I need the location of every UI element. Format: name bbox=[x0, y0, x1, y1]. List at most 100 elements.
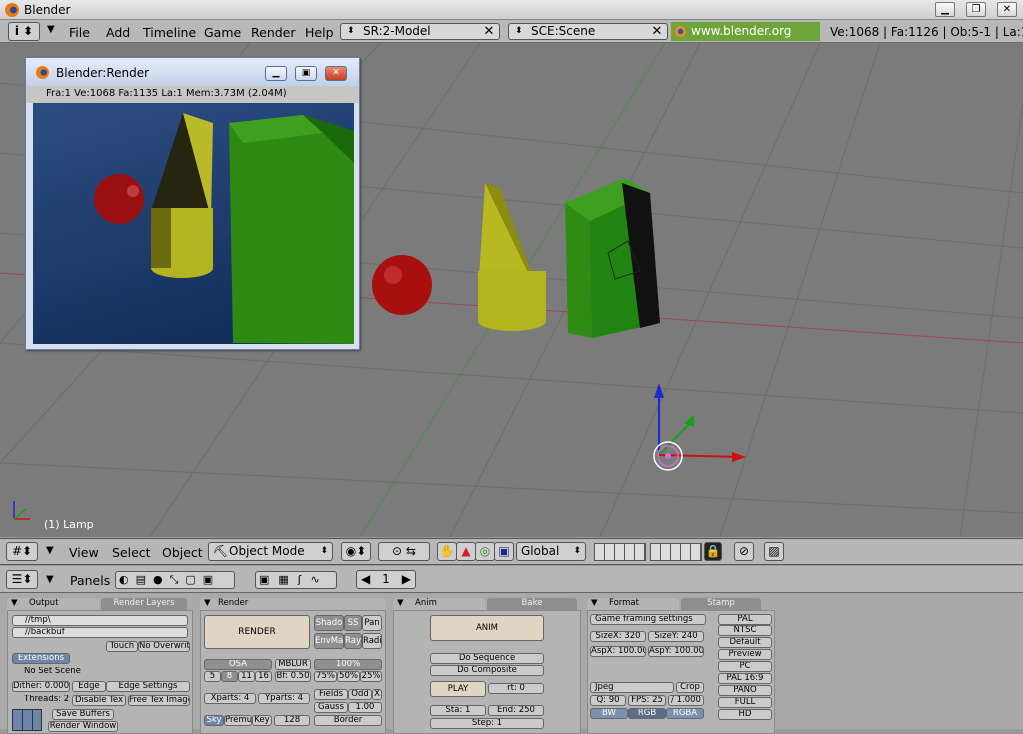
xparts-field[interactable]: Xparts: 4 bbox=[204, 693, 256, 704]
translate-manipulator-icon[interactable]: ▲ bbox=[456, 542, 476, 561]
fps-field[interactable]: FPS: 25 bbox=[628, 695, 666, 706]
tab-bake[interactable]: Bake bbox=[487, 598, 577, 610]
delete-screen-button[interactable]: ✕ bbox=[482, 25, 496, 39]
premul-toggle[interactable]: Premul bbox=[224, 715, 252, 726]
extensions-toggle[interactable]: Extensions bbox=[12, 653, 70, 664]
editor-type-button[interactable]: ☰⬍ bbox=[6, 570, 38, 589]
end-frame-field[interactable]: End: 250 bbox=[488, 705, 544, 716]
manipulator-hand-icon[interactable]: ✋ bbox=[437, 542, 457, 561]
preset-hd[interactable]: HD bbox=[718, 709, 772, 720]
collapse-menu-icon[interactable]: ▼ bbox=[46, 545, 54, 556]
do-sequence-toggle[interactable]: Do Sequence bbox=[430, 653, 544, 664]
preset-ntsc[interactable]: NTSC bbox=[718, 625, 772, 636]
minimize-button[interactable]: ▁ bbox=[935, 2, 955, 17]
no-overwrite-toggle[interactable]: No Overwrite bbox=[138, 641, 190, 652]
quality-field[interactable]: Q: 90 bbox=[590, 695, 626, 706]
osa-16[interactable]: 16 bbox=[255, 671, 272, 682]
menu-game[interactable]: Game bbox=[204, 25, 241, 40]
x-toggle[interactable]: X bbox=[372, 689, 382, 700]
rt-field[interactable]: rt: 0 bbox=[488, 683, 544, 694]
snap-icon[interactable]: ⊘ bbox=[734, 542, 754, 561]
dither-field[interactable]: Dither: 0.000 bbox=[12, 681, 70, 692]
orientation-selector[interactable]: Global ⬍ bbox=[516, 542, 586, 561]
yparts-field[interactable]: Yparts: 4 bbox=[258, 693, 310, 704]
scale-manipulator-icon[interactable]: ▣ bbox=[494, 542, 514, 561]
tab-stamp[interactable]: Stamp bbox=[681, 598, 761, 610]
size-25-toggle[interactable]: 25% bbox=[360, 671, 382, 682]
size-y-field[interactable]: SizeY: 240 bbox=[648, 631, 704, 642]
size-75-toggle[interactable]: 75% bbox=[314, 671, 337, 682]
menu-object[interactable]: Object bbox=[162, 545, 203, 560]
render-window[interactable]: Blender:Render ▁ ▣ ✕ Fra:1 Ve:1068 Fa:11… bbox=[25, 57, 360, 350]
render-layout-icon[interactable] bbox=[12, 709, 42, 731]
sss-toggle[interactable]: SS bbox=[344, 615, 362, 631]
touch-toggle[interactable]: Touch bbox=[106, 641, 138, 652]
border-toggle[interactable]: Border bbox=[314, 715, 382, 726]
frame-number-field[interactable]: ◀ 1 ▶ bbox=[356, 570, 416, 589]
render-minimize-button[interactable]: ▁ bbox=[265, 66, 287, 81]
bw-toggle[interactable]: BW bbox=[590, 708, 628, 719]
envmap-toggle[interactable]: EnvMa bbox=[314, 633, 344, 649]
panels-menu[interactable]: Panels bbox=[70, 573, 110, 588]
size-x-field[interactable]: SizeX: 320 bbox=[590, 631, 646, 642]
editor-type-button[interactable]: #⬍ bbox=[6, 542, 38, 561]
osa-5[interactable]: 5 bbox=[204, 671, 221, 682]
layer-buttons-1[interactable] bbox=[594, 543, 646, 561]
close-button[interactable]: ✕ bbox=[997, 2, 1017, 17]
fps-base-field[interactable]: / 1.000 bbox=[668, 695, 704, 706]
edge-settings-button[interactable]: Edge Settings bbox=[106, 681, 190, 692]
collapse-menu-icon[interactable]: ▼ bbox=[46, 574, 54, 585]
osa-8[interactable]: 8 bbox=[221, 671, 238, 682]
render-button[interactable]: RENDER bbox=[204, 615, 310, 649]
tab-output[interactable]: ▼ Output bbox=[7, 598, 99, 610]
preset-pal-16-9[interactable]: PAL 16:9 bbox=[718, 673, 772, 684]
aspect-y-field[interactable]: AspY: 100.00 bbox=[648, 646, 704, 657]
odd-toggle[interactable]: Odd bbox=[348, 689, 372, 700]
start-frame-field[interactable]: Sta: 1 bbox=[430, 705, 486, 716]
rotate-manipulator-icon[interactable]: ◎ bbox=[475, 542, 495, 561]
output-path-field[interactable]: //tmp\ bbox=[12, 615, 188, 626]
tab-format[interactable]: ▼ Format bbox=[587, 598, 679, 610]
shadow-toggle[interactable]: Shado bbox=[314, 615, 344, 631]
no-set-scene-field[interactable]: No Set Scene bbox=[12, 667, 82, 678]
menu-help[interactable]: Help bbox=[305, 25, 334, 40]
pivot-button[interactable]: ⊙ ⇆ bbox=[378, 542, 430, 561]
play-button[interactable]: PLAY bbox=[430, 681, 486, 697]
threads-field[interactable]: Threads: 2 bbox=[12, 695, 70, 706]
game-framing-button[interactable]: Game framing settings bbox=[590, 614, 706, 625]
filter-type-selector[interactable]: Gauss bbox=[314, 702, 348, 713]
step-field[interactable]: Step: 1 bbox=[430, 718, 544, 729]
context-buttons[interactable]: ◐▤●⤡▢▣ bbox=[115, 571, 235, 589]
preset-pc[interactable]: PC bbox=[718, 661, 772, 672]
bits-field[interactable]: 128 bbox=[274, 715, 310, 726]
sub-context-buttons[interactable]: ▣▦ʃ∿ bbox=[255, 571, 337, 589]
size-100-toggle[interactable]: 100% bbox=[314, 659, 382, 670]
render-window-selector[interactable]: Render Window bbox=[48, 721, 118, 732]
osa-11[interactable]: 11 bbox=[238, 671, 255, 682]
render-close-button[interactable]: ✕ bbox=[325, 66, 347, 81]
preset-pal[interactable]: PAL bbox=[718, 614, 772, 625]
blur-factor-field[interactable]: Bf: 0.50 bbox=[275, 671, 311, 682]
layer-buttons-2[interactable] bbox=[650, 543, 702, 561]
menu-file[interactable]: File bbox=[69, 25, 90, 40]
tab-anim[interactable]: ▼ Anim bbox=[393, 598, 485, 610]
edge-toggle[interactable]: Edge bbox=[72, 681, 106, 692]
window-type-button[interactable]: i ⬍ bbox=[8, 22, 40, 41]
draw-type-button[interactable]: ◉⬍ bbox=[341, 542, 371, 561]
disable-tex-toggle[interactable]: Disable Tex bbox=[72, 695, 126, 706]
mblur-toggle[interactable]: MBLUR bbox=[275, 659, 311, 670]
backbuf-path-field[interactable]: //backbuf bbox=[12, 627, 188, 638]
menu-add[interactable]: Add bbox=[106, 25, 130, 40]
rgb-toggle[interactable]: RGB bbox=[628, 708, 666, 719]
radiosity-toggle[interactable]: Radi bbox=[362, 633, 382, 649]
do-composite-toggle[interactable]: Do Composite bbox=[430, 665, 544, 676]
scene-selector[interactable]: ⬍ SCE:Scene ✕ bbox=[508, 23, 668, 40]
menu-select[interactable]: Select bbox=[112, 545, 151, 560]
menu-render[interactable]: Render bbox=[251, 25, 296, 40]
crop-toggle[interactable]: Crop bbox=[676, 682, 704, 693]
anim-button[interactable]: ANIM bbox=[430, 615, 544, 641]
rgba-toggle[interactable]: RGBA bbox=[666, 708, 704, 719]
size-50-toggle[interactable]: 50% bbox=[337, 671, 360, 682]
collapse-menu-icon[interactable]: ▼ bbox=[47, 24, 55, 35]
pano-toggle[interactable]: Pan bbox=[362, 615, 382, 631]
